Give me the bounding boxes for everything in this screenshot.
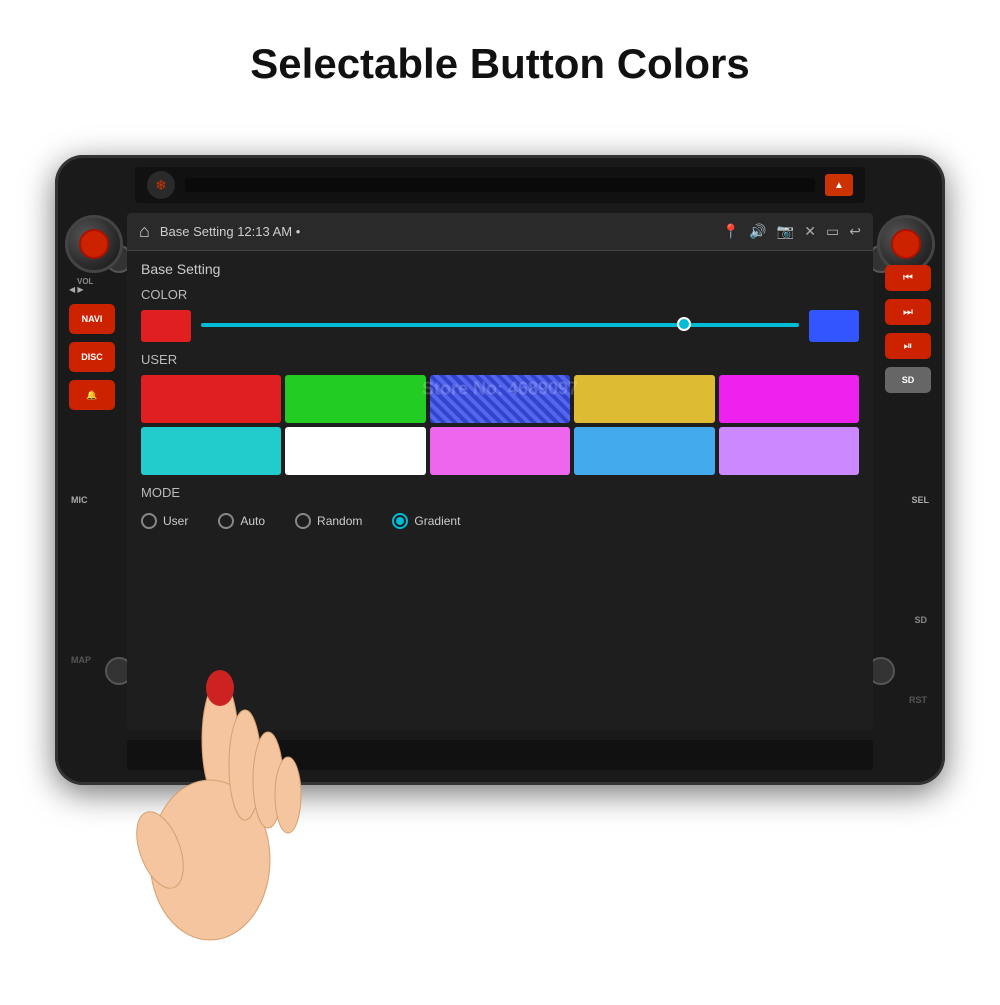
- status-icons: 📍 🔊 📷 ✕ ▭ ↩: [722, 223, 861, 240]
- radio-circle-auto: [218, 513, 234, 529]
- status-title: Base Setting 12:13 AM •: [160, 224, 712, 239]
- content-area: Store No: 4689097 Base Setting COLOR: [127, 251, 873, 539]
- radio-circle-user: [141, 513, 157, 529]
- color-cell-cyan[interactable]: [141, 427, 281, 475]
- screen: ⌂ Base Setting 12:13 AM • 📍 🔊 📷 ✕ ▭ ↩ St…: [127, 213, 873, 730]
- map-label: MAP: [71, 655, 91, 665]
- color-cell-green[interactable]: [285, 375, 425, 423]
- close-icon: ✕: [804, 223, 816, 240]
- radio-group: User Auto Random: [141, 508, 859, 529]
- radio-label-gradient: Gradient: [414, 514, 460, 528]
- sd-label: SD: [914, 615, 927, 625]
- device-bottom-bar: [127, 740, 873, 770]
- color-swatch-left[interactable]: [141, 310, 191, 342]
- radio-circle-gradient: [392, 513, 408, 529]
- device-shell: ❄ ▲ VOL TUNE ◀ ▶ NAVI DISC 🔔 MIC SEL MAP…: [55, 155, 945, 785]
- prev-track-button[interactable]: ⏮: [885, 265, 931, 291]
- color-cell-blue-pattern[interactable]: [430, 375, 570, 423]
- radio-gradient[interactable]: Gradient: [392, 513, 460, 529]
- color-cell-white[interactable]: [285, 427, 425, 475]
- right-buttons: ⏮ ⏭ ⏯ SD: [885, 265, 931, 393]
- knob-inner: [79, 229, 109, 259]
- radio-circle-random: [295, 513, 311, 529]
- home-button[interactable]: 🔔: [69, 380, 115, 410]
- color-cell-violet[interactable]: [719, 427, 859, 475]
- color-label: COLOR: [141, 287, 859, 302]
- mode-section: MODE User Auto Random: [141, 485, 859, 529]
- knob-inner-right: [891, 229, 921, 259]
- radio-label-user: User: [163, 514, 188, 528]
- color-slider[interactable]: [201, 323, 799, 329]
- back-nav-icon[interactable]: ↩: [849, 223, 861, 240]
- color-swatch-right[interactable]: [809, 310, 859, 342]
- color-grid: [141, 375, 859, 475]
- radio-label-auto: Auto: [240, 514, 265, 528]
- sd-button[interactable]: SD: [885, 367, 931, 393]
- color-cell-red[interactable]: [141, 375, 281, 423]
- back-icon: ◀ ▶: [69, 285, 115, 294]
- next-track-button[interactable]: ⏭: [885, 299, 931, 325]
- color-cell-magenta[interactable]: [719, 375, 859, 423]
- mode-label: MODE: [141, 485, 859, 500]
- location-icon: 📍: [722, 223, 739, 240]
- top-bar-left: ❄: [147, 171, 175, 199]
- volume-icon: 🔊: [749, 223, 766, 240]
- play-pause-button[interactable]: ⏯: [885, 333, 931, 359]
- radio-user[interactable]: User: [141, 513, 188, 529]
- eject-button[interactable]: ▲: [825, 174, 853, 196]
- radio-label-random: Random: [317, 514, 362, 528]
- disc-button[interactable]: DISC: [69, 342, 115, 372]
- radio-dot-gradient: [396, 517, 404, 525]
- left-buttons: ◀ ▶ NAVI DISC 🔔: [69, 285, 115, 410]
- home-icon[interactable]: ⌂: [139, 221, 150, 242]
- device-top-bar: ❄ ▲: [135, 167, 865, 203]
- snowflake-button[interactable]: ❄: [147, 171, 175, 199]
- page-title: Selectable Button Colors: [0, 0, 1000, 118]
- window-icon: ▭: [826, 223, 839, 240]
- slider-track: [201, 323, 799, 327]
- color-cell-pink[interactable]: [430, 427, 570, 475]
- screenshot-icon: 📷: [777, 223, 794, 240]
- navi-button[interactable]: NAVI: [69, 304, 115, 334]
- color-section: COLOR: [141, 287, 859, 342]
- mic-label: MIC: [71, 495, 88, 505]
- volume-knob[interactable]: [65, 215, 123, 273]
- color-cell-light-blue[interactable]: [574, 427, 714, 475]
- status-bar: ⌂ Base Setting 12:13 AM • 📍 🔊 📷 ✕ ▭ ↩: [127, 213, 873, 251]
- sel-label: SEL: [911, 495, 929, 505]
- radio-random[interactable]: Random: [295, 513, 362, 529]
- slider-thumb: [677, 317, 691, 331]
- rst-label: RST: [909, 695, 927, 705]
- color-row: [141, 310, 859, 342]
- radio-auto[interactable]: Auto: [218, 513, 265, 529]
- user-section: USER: [141, 352, 859, 475]
- color-cell-yellow[interactable]: [574, 375, 714, 423]
- base-setting-heading: Base Setting: [141, 261, 859, 277]
- user-label: USER: [141, 352, 859, 367]
- cd-slot: [185, 178, 815, 192]
